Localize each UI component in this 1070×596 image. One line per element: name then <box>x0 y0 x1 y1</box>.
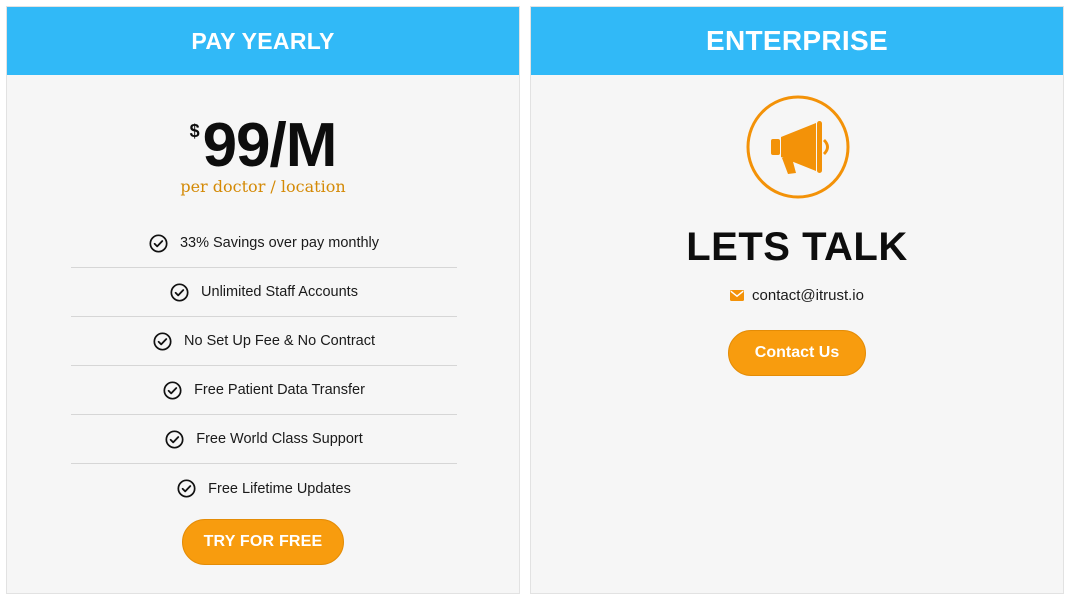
check-circle-icon <box>165 429 184 449</box>
price-block: $ 99/M per doctor / location <box>7 111 519 197</box>
feature-item: 33% Savings over pay monthly <box>71 219 457 268</box>
feature-item: Free Lifetime Updates <box>71 464 457 513</box>
feature-item: Free Patient Data Transfer <box>71 366 457 415</box>
enterprise-card: ENTERPRISE LETS TALK contact@itrust.io C… <box>530 6 1064 594</box>
pay-yearly-card: PAY YEARLY $ 99/M per doctor / location … <box>6 6 520 594</box>
feature-label: Free World Class Support <box>196 431 363 447</box>
feature-label: Unlimited Staff Accounts <box>201 284 358 300</box>
check-circle-icon <box>149 233 168 253</box>
contact-line: contact@itrust.io <box>531 287 1063 304</box>
lets-talk-title: LETS TALK <box>686 225 908 269</box>
feature-label: No Set Up Fee & No Contract <box>184 333 375 349</box>
feature-item: No Set Up Fee & No Contract <box>71 317 457 366</box>
check-circle-icon <box>153 331 172 351</box>
envelope-icon <box>730 290 745 301</box>
feature-label: Free Patient Data Transfer <box>194 382 365 398</box>
enterprise-header: ENTERPRISE <box>531 7 1063 75</box>
price-currency: $ <box>189 121 200 141</box>
contact-email[interactable]: contact@itrust.io <box>752 287 864 304</box>
try-for-free-button[interactable]: TRY FOR FREE <box>182 519 344 565</box>
contact-us-button[interactable]: Contact Us <box>728 330 866 376</box>
price-line: $ 99/M <box>189 111 338 180</box>
check-circle-icon <box>163 380 182 400</box>
megaphone-icon <box>746 95 850 199</box>
price-amount: 99/M <box>202 111 338 180</box>
check-circle-icon <box>177 479 196 498</box>
feature-item: Free World Class Support <box>71 415 457 464</box>
feature-item: Unlimited Staff Accounts <box>71 268 457 317</box>
check-circle-icon <box>170 282 189 302</box>
pay-yearly-header: PAY YEARLY <box>7 7 519 75</box>
feature-label: 33% Savings over pay monthly <box>179 235 380 251</box>
price-note: per doctor / location <box>180 177 346 196</box>
feature-list: 33% Savings over pay monthly Unlimited S… <box>71 219 457 513</box>
feature-label: Free Lifetime Updates <box>208 480 351 497</box>
